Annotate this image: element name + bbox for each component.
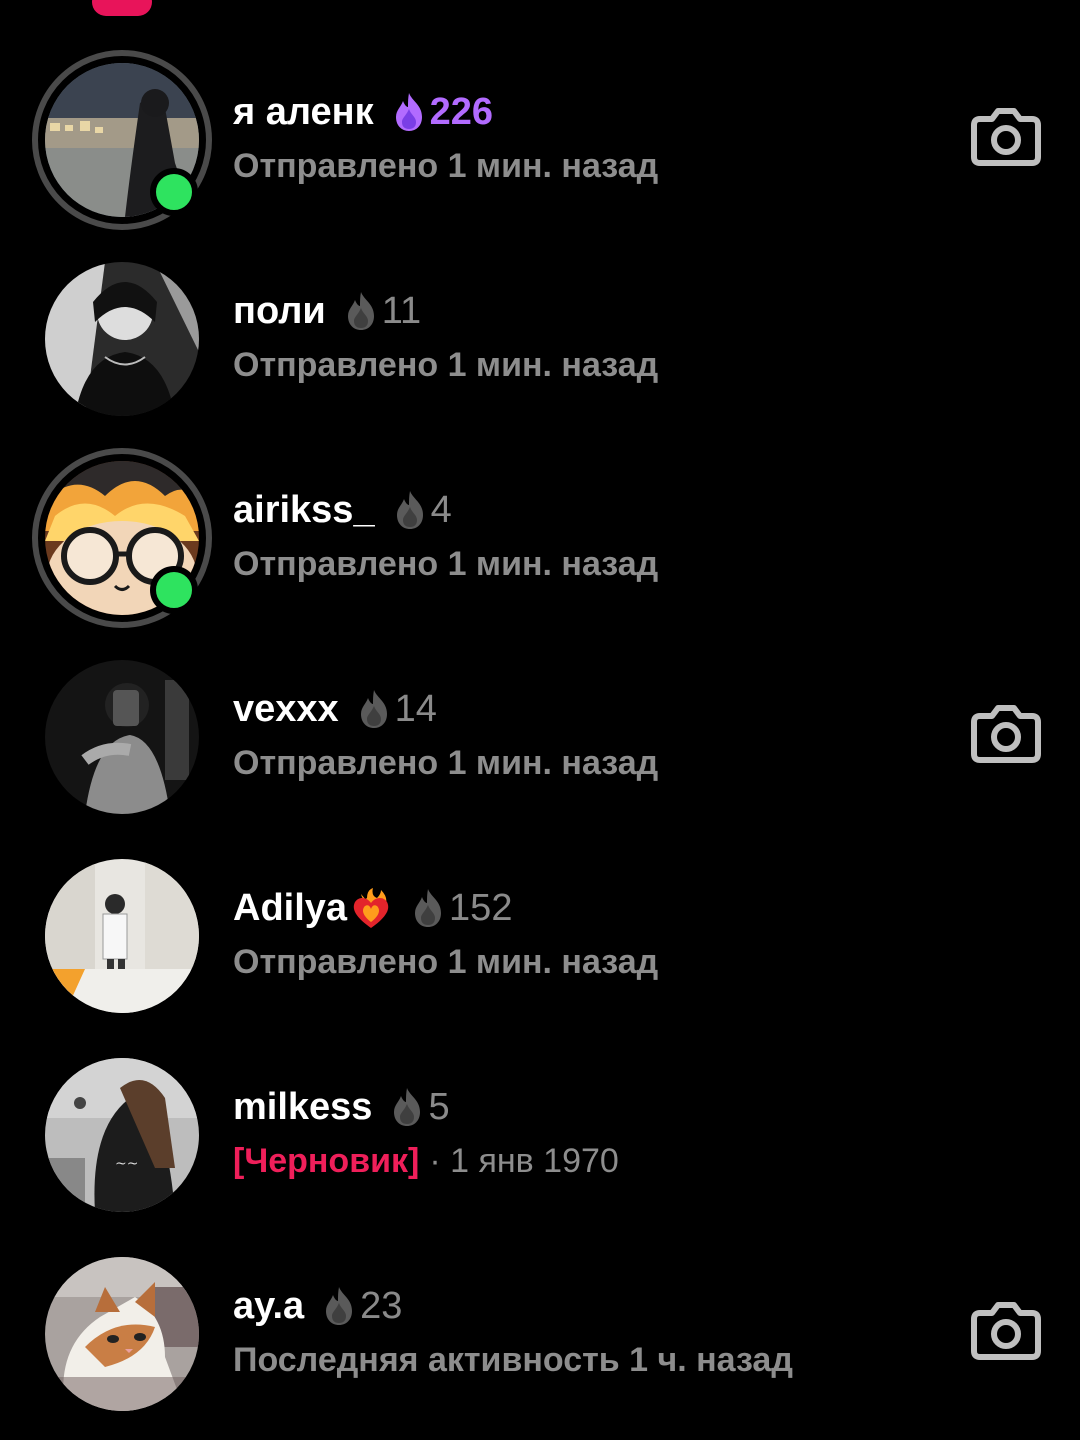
chat-row[interactable]: поли 11 Отправлено 1 мин. назад [0, 239, 1080, 438]
streak-count: 11 [381, 289, 422, 332]
avatar-container[interactable] [32, 448, 212, 628]
avatar-container[interactable]: ~~ [32, 1045, 212, 1225]
avatar[interactable] [45, 262, 199, 416]
username: milkess [233, 1085, 373, 1128]
username: Adilya [233, 886, 348, 929]
status-text: Отправлено 1 мин. назад [233, 943, 659, 981]
username: поли [233, 289, 326, 332]
status-text: Отправлено 1 мин. назад [233, 744, 659, 782]
draft-date: · 1 янв 1970 [429, 1142, 619, 1180]
heart-on-fire-icon [353, 888, 389, 928]
flame-icon [347, 292, 374, 330]
username: ay.a [233, 1284, 305, 1327]
chat-info: Adilya 152 Отправлено 1 мин. назад [233, 884, 920, 984]
avatar[interactable] [45, 859, 199, 1013]
streak-count: 152 [449, 886, 513, 929]
camera-icon[interactable] [970, 105, 1042, 167]
avatar[interactable]: ~~ [45, 1058, 199, 1212]
streak-count: 4 [430, 488, 452, 531]
chat-row[interactable]: airikss_ 4 Отправлено 1 мин. назад [0, 438, 1080, 637]
streak: 5 [390, 1085, 450, 1129]
status-text: Отправлено 1 мин. назад [233, 147, 659, 185]
streak: 11 [344, 290, 421, 333]
avatar-container[interactable] [32, 1244, 212, 1424]
chat-info: ay.a 23 Последняя активность 1 ч. назад [233, 1282, 920, 1382]
streak: 226 [392, 91, 493, 134]
streak-count: 23 [360, 1284, 403, 1327]
previous-avatar-edge [92, 0, 152, 16]
draft-label: [Черновик] [233, 1142, 420, 1180]
flame-icon [395, 93, 422, 131]
streak-count: 14 [394, 687, 437, 730]
status-text: Отправлено 1 мин. назад [233, 346, 659, 384]
username: vexxx [233, 687, 339, 730]
streak-count: 5 [428, 1085, 450, 1128]
draft-status: [Черновик] · 1 янв 1970 [233, 1139, 920, 1183]
chat-info: airikss_ 4 Отправлено 1 мин. назад [233, 486, 920, 586]
chat-info: vexxx 14 Отправлено 1 мин. назад [233, 685, 920, 785]
streak-count: 226 [429, 90, 494, 133]
avatar-container[interactable] [32, 249, 212, 429]
flame-icon [326, 1287, 353, 1325]
chat-info: milkess 5 [Черновик] · 1 янв 1970 [233, 1083, 920, 1183]
flame-icon [360, 690, 387, 728]
online-indicator [150, 566, 198, 614]
avatar-container[interactable] [32, 647, 212, 827]
online-indicator [150, 168, 198, 216]
streak: 23 [322, 1285, 402, 1328]
avatar[interactable] [45, 660, 199, 814]
chat-row[interactable]: ~~ milkess 5 [Черновик] · 1 янв 1970 [0, 1035, 1080, 1234]
username: airikss_ [233, 488, 375, 531]
camera-icon[interactable] [970, 702, 1042, 764]
avatar-container[interactable] [32, 846, 212, 1026]
streak: 152 [411, 887, 512, 930]
avatar[interactable] [45, 1257, 199, 1411]
chat-row[interactable]: vexxx 14 Отправлено 1 мин. назад [0, 637, 1080, 836]
chat-list: я аленк 226 Отправлено 1 мин. назад поли… [0, 40, 1080, 1433]
camera-icon[interactable] [970, 1299, 1042, 1361]
chat-row[interactable]: Adilya 152 Отправлено 1 мин. назад [0, 836, 1080, 1035]
avatar-container[interactable] [32, 50, 212, 230]
chat-row[interactable]: я аленк 226 Отправлено 1 мин. назад [0, 40, 1080, 239]
chat-info: поли 11 Отправлено 1 мин. назад [233, 287, 920, 387]
status-text: Последняя активность 1 ч. назад [233, 1341, 793, 1379]
streak: 14 [357, 688, 437, 731]
flame-icon [396, 491, 423, 529]
chat-row[interactable]: ay.a 23 Последняя активность 1 ч. назад [0, 1234, 1080, 1433]
username: я аленк [233, 90, 374, 133]
flame-icon [394, 1088, 421, 1126]
chat-info: я аленк 226 Отправлено 1 мин. назад [233, 88, 920, 188]
flame-icon [415, 889, 442, 927]
svg-text:~~: ~~ [115, 1156, 138, 1172]
streak: 4 [393, 489, 452, 532]
status-text: Отправлено 1 мин. назад [233, 545, 659, 583]
